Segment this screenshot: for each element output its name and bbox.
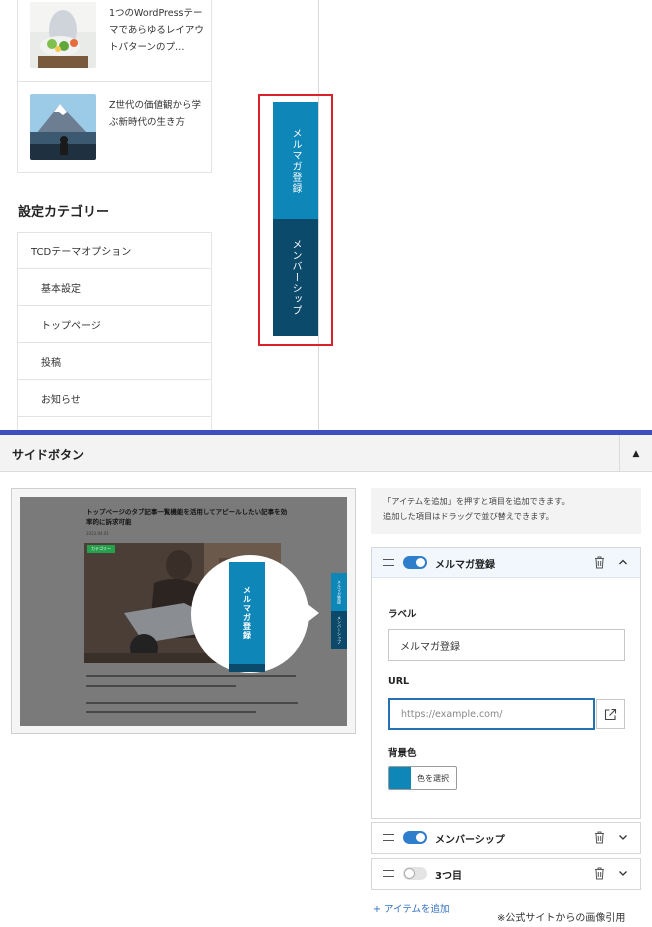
category-list: TCDテーマオプション 基本設定 トップページ 投稿 お知らせ	[17, 232, 212, 430]
preview-zoomed-button: メルマガ登録	[229, 562, 265, 664]
chevron-down-icon[interactable]	[618, 832, 628, 842]
preview-text-line	[86, 702, 298, 704]
preview-text-line	[86, 685, 236, 687]
preview-date: 2023.04.01	[86, 531, 109, 536]
category-item[interactable]: お知らせ	[17, 380, 212, 417]
post-thumbnail-mountain[interactable]	[30, 94, 96, 160]
category-item[interactable]: 投稿	[17, 343, 212, 380]
post-title[interactable]: Z世代の価値観から学ぶ新時代の生き方	[109, 97, 205, 131]
item-header[interactable]: 3つ目	[372, 859, 640, 889]
category-heading: 設定カテゴリー	[18, 205, 110, 220]
preview-zoomed-button-2	[229, 664, 265, 672]
trash-icon[interactable]	[594, 831, 605, 844]
post-thumbnail-salad[interactable]	[30, 2, 96, 68]
post-item[interactable]: Z世代の価値観から学ぶ新時代の生き方	[30, 94, 205, 160]
site-preview-section: 1つのWordPressテーマであらゆるレイアウトパターンのプ… Z世代の価値観…	[0, 0, 652, 430]
enable-toggle[interactable]	[403, 556, 427, 569]
category-item[interactable]	[17, 417, 212, 430]
preview-bubble-pointer	[306, 603, 319, 623]
label-input[interactable]	[388, 629, 625, 661]
preview-image-frame: トップページのタブ記事一覧機能を活用してアピールしたい記事を効率的に訴求可能 2…	[11, 488, 356, 734]
item-header[interactable]: メルマガ登録	[372, 548, 640, 578]
side-button-settings-panel: サイドボタン ▲ トップページのタブ記事一覧機能を活用してアピールしたい記事を効…	[0, 435, 652, 927]
drag-handle-icon[interactable]	[383, 870, 394, 877]
item-card: 3つ目	[371, 858, 641, 890]
enable-toggle[interactable]	[403, 867, 427, 880]
drag-handle-icon[interactable]	[383, 834, 394, 841]
preview-category-badge: カテゴリー	[87, 545, 115, 553]
url-field-title: URL	[388, 676, 410, 687]
add-item-link[interactable]: + アイテムを追加	[373, 901, 450, 915]
label-field-title: ラベル	[388, 609, 417, 620]
help-text-line: 追加した項目はドラッグで並び替えできます。	[383, 511, 554, 521]
panel-header[interactable]: サイドボタン ▲	[0, 435, 652, 472]
bg-color-field-title: 背景色	[388, 748, 417, 759]
item-title: 3つ目	[435, 871, 462, 882]
post-title[interactable]: 1つのWordPressテーマであらゆるレイアウトパターンのプ…	[109, 5, 205, 56]
help-text-line: 「アイテムを追加」を押すと項目を追加できます。	[383, 496, 570, 506]
preview-image: トップページのタブ記事一覧機能を活用してアピールしたい記事を効率的に訴求可能 2…	[20, 497, 347, 726]
panel-title: サイドボタン	[12, 448, 85, 462]
external-link-icon	[604, 708, 617, 720]
source-note: ※公式サイトからの画像引用	[497, 913, 626, 924]
drag-handle-icon[interactable]	[383, 559, 394, 566]
color-swatch	[389, 767, 411, 789]
preview-side-tab-newsletter: メルマガ登録	[331, 573, 347, 611]
color-picker-label: 色を選択	[417, 774, 449, 783]
divider	[18, 81, 211, 82]
url-input[interactable]	[388, 698, 595, 730]
help-text-box: 「アイテムを追加」を押すと項目を追加できます。 追加した項目はドラッグで並び替え…	[371, 488, 641, 534]
preview-side-tab-membership: メンバーシップ	[331, 611, 347, 649]
post-item[interactable]: 1つのWordPressテーマであらゆるレイアウトパターンのプ…	[30, 2, 205, 68]
category-item[interactable]: TCDテーマオプション	[17, 232, 212, 269]
item-title: メンバーシップ	[435, 835, 505, 846]
item-header[interactable]: メンバーシップ	[372, 823, 640, 853]
triangle-up-icon: ▲	[632, 448, 640, 459]
trash-icon[interactable]	[594, 556, 605, 569]
chevron-down-icon[interactable]	[618, 868, 628, 878]
chevron-up-icon[interactable]	[618, 557, 628, 567]
recent-posts-box: 1つのWordPressテーマであらゆるレイアウトパターンのプ… Z世代の価値観…	[17, 0, 212, 173]
trash-icon[interactable]	[594, 867, 605, 880]
item-title: メルマガ登録	[435, 560, 495, 571]
collapse-toggle-button[interactable]: ▲	[619, 435, 652, 472]
preview-article-title: トップページのタブ記事一覧機能を活用してアピールしたい記事を効率的に訴求可能	[86, 508, 288, 526]
category-item[interactable]: トップページ	[17, 306, 212, 343]
preview-text-line	[86, 675, 296, 677]
item-card: メンバーシップ	[371, 822, 641, 854]
category-item[interactable]: 基本設定	[17, 269, 212, 306]
highlight-frame	[258, 94, 333, 346]
open-link-button[interactable]	[596, 699, 625, 729]
preview-text-line	[86, 711, 256, 713]
enable-toggle[interactable]	[403, 831, 427, 844]
item-card: メルマガ登録 ラベル URL 背景色 色を選択	[371, 547, 641, 819]
color-picker-button[interactable]: 色を選択	[388, 766, 457, 790]
